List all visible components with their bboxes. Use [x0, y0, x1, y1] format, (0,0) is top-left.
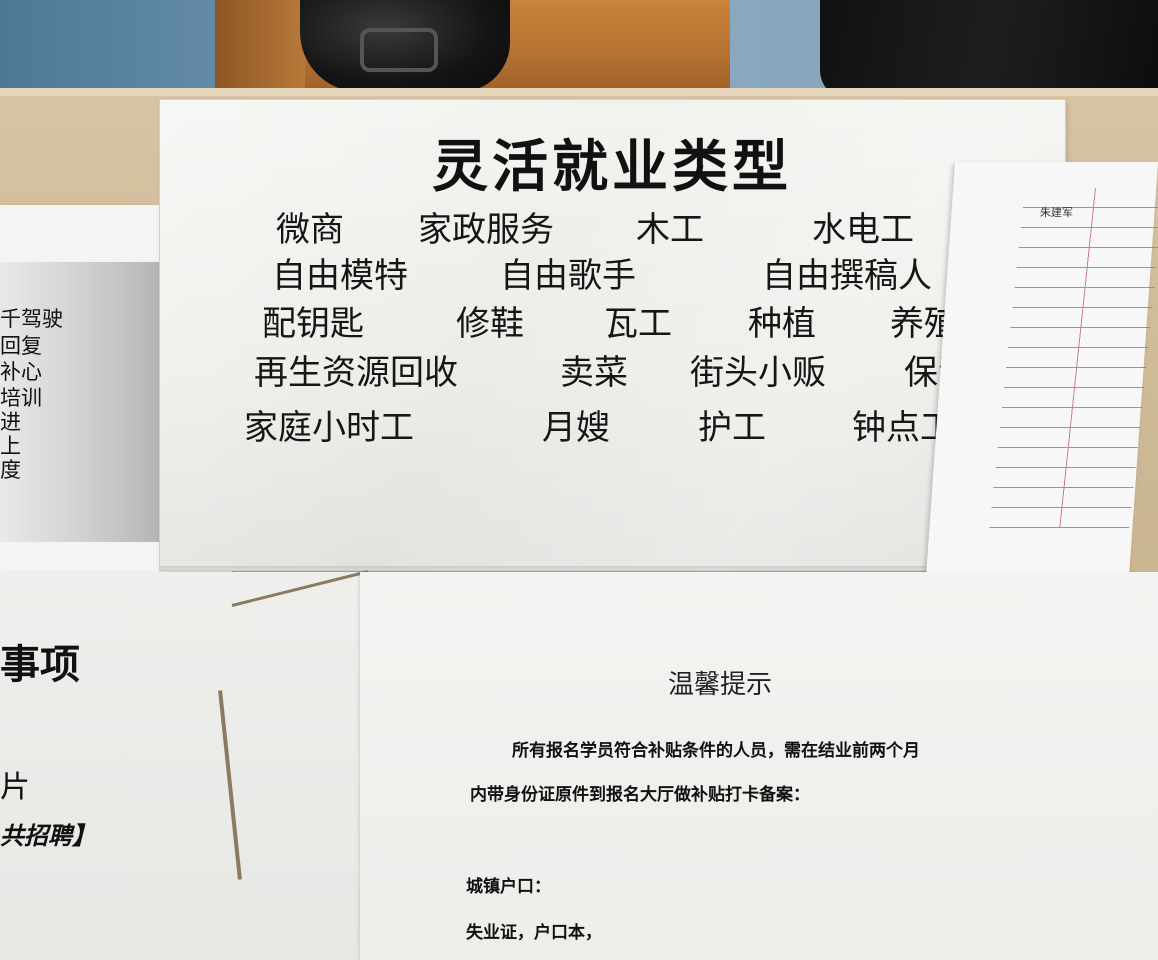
- job-item: 护工: [698, 408, 766, 448]
- lower-left-sheet: [0, 572, 372, 960]
- lower-left-line: 共招聘】: [0, 822, 96, 850]
- left-poster-line: 度: [0, 458, 21, 482]
- job-item: 再生资源回收: [254, 353, 458, 393]
- notice-line: 城镇户口：: [466, 877, 551, 897]
- job-item: 瓦工: [604, 304, 672, 344]
- chair-leg: [215, 0, 305, 100]
- job-item: 家政服务: [418, 210, 554, 250]
- lower-left-line: 片: [0, 770, 30, 805]
- lower-left-heading: 事项: [0, 641, 80, 688]
- notice-line: 失业证，户口本，: [466, 923, 602, 943]
- table-edge: [0, 88, 1158, 96]
- job-item: 水电工: [812, 210, 914, 250]
- black-coat: [820, 0, 1158, 100]
- notice-line: 内带身份证原件到报名大厅做补贴打卡备案：: [470, 785, 810, 805]
- bag-strap: [360, 28, 438, 72]
- job-item: 修鞋: [456, 304, 524, 344]
- job-item: 微商: [276, 210, 344, 250]
- job-item: 街头小贩: [690, 353, 826, 393]
- job-item: 家庭小时工: [244, 408, 414, 448]
- job-item: 配钥匙: [262, 304, 364, 344]
- left-poster-line: 千驾驶: [0, 307, 63, 331]
- job-item: 自由模特: [272, 256, 408, 296]
- job-item: 自由歌手: [500, 256, 636, 296]
- poster-title: 灵活就业类型: [432, 134, 792, 200]
- notice-line: 所有报名学员符合补贴条件的人员，需在结业前两个月: [512, 741, 920, 761]
- job-item: 自由撰稿人: [762, 256, 932, 296]
- form-handwritten-note: 朱建军: [1040, 206, 1073, 219]
- photo-scene: 千驾驶 回复 补心 培训 进 上 度 灵活就业类型 微商 家政服务 木工 水电工…: [0, 0, 1158, 960]
- notice-title: 温馨提示: [668, 670, 773, 700]
- job-item: 月嫂: [542, 408, 610, 448]
- job-item: 木工: [636, 210, 704, 250]
- job-item: 种植: [748, 304, 816, 344]
- job-item: 卖菜: [560, 353, 628, 393]
- notice-sheet: [360, 572, 1158, 960]
